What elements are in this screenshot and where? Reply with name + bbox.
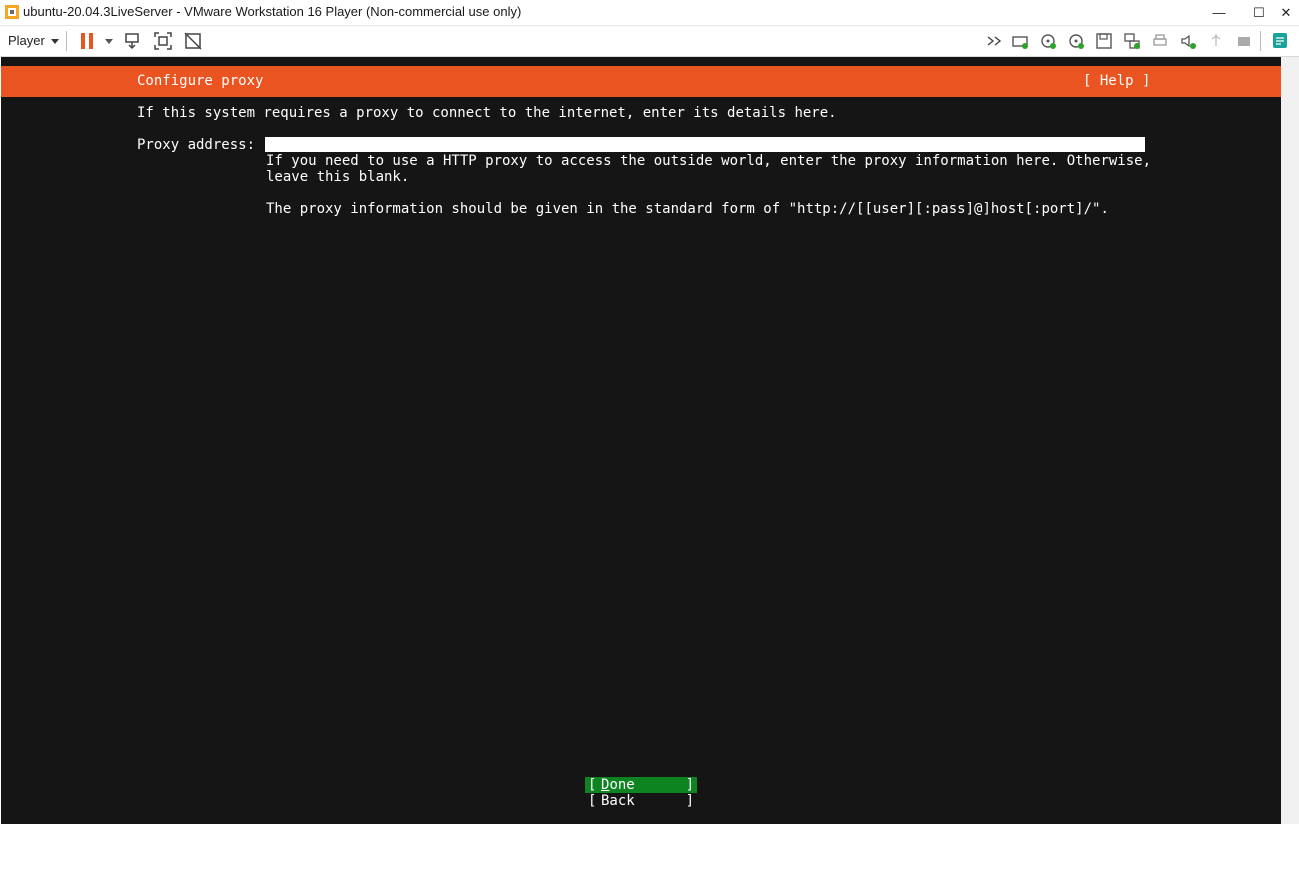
printer-icon[interactable]: [1150, 31, 1170, 51]
intro-text: If this system requires a proxy to conne…: [137, 105, 837, 121]
hard-disk-icon[interactable]: [1010, 31, 1030, 51]
toolbar-divider: [66, 31, 67, 51]
chevron-down-icon: [50, 39, 59, 44]
bracket-right: ]: [685, 777, 694, 793]
sound-icon[interactable]: [1178, 31, 1198, 51]
bracket-left: [: [588, 793, 597, 809]
fast-forward-icon[interactable]: [985, 31, 1005, 51]
close-button[interactable]: ✕: [1270, 0, 1299, 25]
toolbar-divider: [1260, 31, 1261, 51]
player-menu-label: Player: [8, 33, 45, 48]
bracket-left: [: [588, 777, 597, 793]
bracket-right: ]: [685, 793, 694, 809]
unity-mode-icon[interactable]: [183, 31, 203, 51]
proxy-address-label: Proxy address:: [137, 137, 256, 153]
floppy-icon[interactable]: [1094, 31, 1114, 51]
back-button[interactable]: [ Back ]: [585, 793, 697, 809]
proxy-format-hint: The proxy information should be given in…: [266, 201, 1109, 217]
network-icon[interactable]: [1122, 31, 1142, 51]
player-toolbar: Player: [0, 26, 1299, 57]
done-label: Done: [601, 777, 635, 793]
player-menu-button[interactable]: Player: [8, 33, 59, 48]
vm-screen[interactable]: Configure proxy [ Help ] If this system …: [1, 57, 1281, 824]
vmware-logo-icon: [5, 5, 19, 19]
pause-icon[interactable]: [77, 31, 97, 51]
help-button[interactable]: [ Help ]: [1083, 73, 1150, 89]
window-right-edge: [1281, 57, 1299, 824]
cd-icon[interactable]: [1038, 31, 1058, 51]
cd2-icon[interactable]: [1066, 31, 1086, 51]
message-icon[interactable]: [1270, 31, 1290, 51]
usb-icon[interactable]: [1206, 31, 1226, 51]
printer2-icon[interactable]: [1234, 31, 1254, 51]
proxy-help-line: leave this blank.: [266, 169, 410, 185]
send-ctrl-alt-del-icon[interactable]: [123, 31, 143, 51]
proxy-address-input[interactable]: [265, 137, 1145, 152]
done-button[interactable]: [ Done ]: [585, 777, 697, 793]
back-label: Back: [601, 793, 635, 809]
window-title: ubuntu-20.04.3LiveServer - VMware Workst…: [23, 4, 522, 19]
fullscreen-icon[interactable]: [153, 31, 173, 51]
proxy-help-line: If you need to use a HTTP proxy to acces…: [266, 153, 1152, 169]
pause-dropdown-chevron-icon[interactable]: [99, 31, 119, 51]
window-titlebar: ubuntu-20.04.3LiveServer - VMware Workst…: [0, 0, 1299, 26]
minimize-button[interactable]: —: [1203, 0, 1235, 25]
page-title: Configure proxy: [137, 73, 264, 89]
